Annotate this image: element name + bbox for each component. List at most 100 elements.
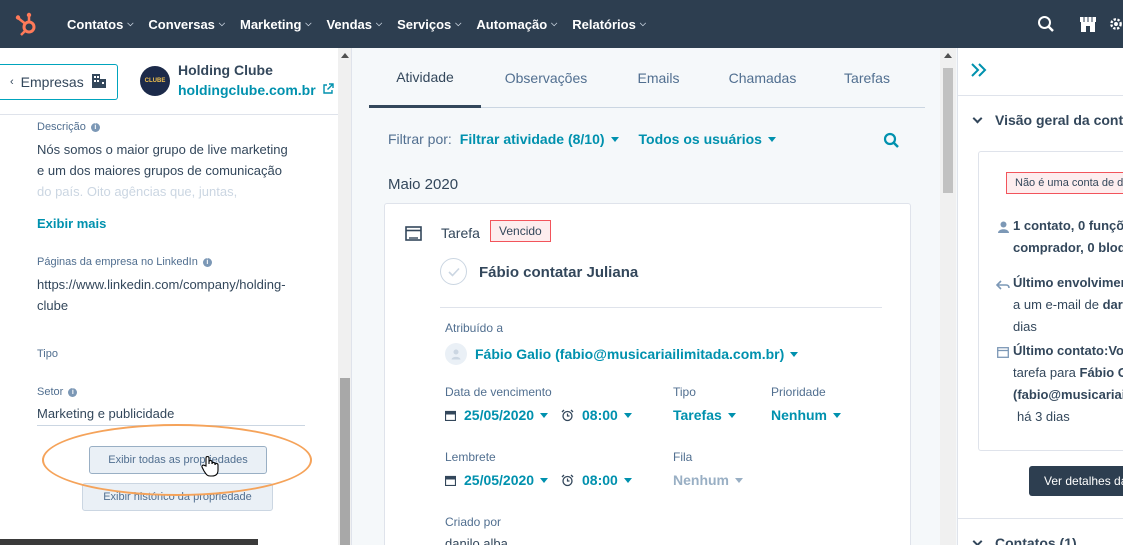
- filter-activity-dropdown[interactable]: Filtrar atividade (8/10): [460, 131, 619, 147]
- caret-down-icon: [767, 136, 776, 142]
- priority-dropdown[interactable]: Nenhum: [771, 407, 841, 423]
- description-value[interactable]: Nós somos o maior grupo de live marketin…: [37, 139, 288, 202]
- left-scrollbar[interactable]: [338, 48, 351, 545]
- contacts-section-toggle[interactable]: Contatos (1): [972, 535, 1077, 545]
- account-overview-box: Não é uma conta de d 1 contato, 0 funçõ …: [978, 151, 1123, 451]
- caret-down-icon: [623, 477, 632, 483]
- chevron-down-icon: ⌵: [305, 19, 312, 28]
- tab-observacoes[interactable]: Observações: [481, 48, 611, 108]
- type-dropdown[interactable]: Tarefas: [673, 407, 736, 423]
- caret-down-icon: [833, 412, 841, 418]
- calendar-icon: [445, 475, 456, 486]
- chevron-down-icon: ⌵: [218, 19, 225, 28]
- show-property-history-button[interactable]: Exibir histórico da propriedade: [82, 483, 273, 511]
- due-time-picker[interactable]: 08:00: [561, 407, 632, 423]
- nav-relatorios[interactable]: Relatórios ⌵: [572, 17, 646, 32]
- nav-vendas[interactable]: Vendas ⌵: [326, 17, 382, 32]
- task-icon: [997, 345, 1009, 363]
- tab-chamadas[interactable]: Chamadas: [706, 48, 819, 108]
- company-header: ‹ Empresas CLUBE Holding Clube holdingcl…: [0, 48, 351, 115]
- back-label: Empresas: [20, 74, 84, 90]
- back-to-companies-button[interactable]: ‹ Empresas: [0, 64, 118, 100]
- nav-contatos[interactable]: Contatos ⌵: [67, 17, 133, 32]
- filter-users-dropdown[interactable]: Todos os usuários: [639, 131, 776, 147]
- nav-automacao[interactable]: Automação ⌵: [476, 17, 557, 32]
- scroll-thumb[interactable]: [943, 68, 953, 193]
- chevron-down-icon: [972, 536, 983, 545]
- check-icon: [447, 267, 460, 277]
- right-sidebar: Visão geral da conta Não é uma conta de …: [957, 48, 1123, 545]
- due-date-label: Data de vencimento: [445, 385, 552, 399]
- left-panel: ‹ Empresas CLUBE Holding Clube holdingcl…: [0, 48, 352, 545]
- search-icon[interactable]: [1025, 0, 1067, 48]
- hand-cursor-icon: [201, 455, 219, 482]
- show-all-properties-button[interactable]: Exibir todas as propriedades: [89, 446, 267, 474]
- linkedin-label: Páginas da empresa no LinkedIn i: [37, 256, 212, 268]
- hubspot-logo-icon[interactable]: [0, 0, 52, 48]
- chevron-down-icon: ⌵: [551, 19, 558, 28]
- scroll-up-icon[interactable]: [341, 53, 349, 58]
- double-chevron-right-icon[interactable]: [970, 62, 988, 83]
- view-details-button[interactable]: Ver detalhes da: [1029, 466, 1123, 496]
- external-link-icon: [322, 82, 334, 98]
- divider: [440, 307, 882, 308]
- filter-row: Filtrar por: Filtrar atividade (8/10) To…: [388, 131, 776, 147]
- due-date-picker[interactable]: 25/05/2020: [445, 407, 549, 423]
- chevron-down-icon: [972, 113, 983, 123]
- tipo-label: Tipo: [37, 348, 58, 360]
- chevron-down-icon: ⌵: [376, 19, 383, 28]
- gear-icon[interactable]: [1109, 0, 1123, 48]
- setor-value[interactable]: Marketing e publicidade: [37, 403, 174, 424]
- task-type-label: Tarefa: [441, 225, 480, 241]
- marketplace-icon[interactable]: [1067, 0, 1109, 48]
- alarm-clock-icon: [561, 409, 574, 422]
- contact-icon: [998, 220, 1009, 238]
- last-contact: Último contato:Vo tarefa para Fábio G (f…: [1013, 343, 1123, 424]
- task-title[interactable]: Fábio contatar Juliana: [479, 264, 638, 281]
- calendar-icon: [445, 410, 456, 421]
- last-engagement: Último envolvimer a um e-mail de dar dia…: [1013, 275, 1123, 334]
- middle-scrollbar[interactable]: [940, 48, 956, 545]
- reminder-time-picker[interactable]: 08:00: [561, 472, 632, 488]
- caret-down-icon: [727, 412, 736, 418]
- nav-marketing[interactable]: Marketing ⌵: [240, 17, 311, 32]
- caret-down-icon: [790, 351, 799, 357]
- type-label: Tipo: [673, 385, 696, 399]
- assigned-label: Atribuído a: [445, 321, 504, 335]
- avatar-icon: [445, 343, 467, 365]
- company-logo: CLUBE: [140, 66, 170, 96]
- contacts-summary: 1 contato, 0 funçõ comprador, 0 bloq: [1013, 218, 1123, 255]
- tab-atividade[interactable]: Atividade: [369, 48, 481, 108]
- horizontal-scrollbar[interactable]: [0, 539, 258, 545]
- assigned-dropdown[interactable]: Fábio Galio (fabio@musicariailimitada.co…: [445, 343, 799, 365]
- nav-servicos[interactable]: Serviços ⌵: [397, 17, 461, 32]
- chevron-down-icon: ⌵: [127, 19, 134, 28]
- divider: [958, 518, 1123, 519]
- caret-down-icon: [735, 477, 743, 483]
- month-heading: Maio 2020: [388, 176, 459, 193]
- reminder-date-picker[interactable]: 25/05/2020: [445, 472, 549, 488]
- info-icon: i: [90, 122, 100, 132]
- chevron-left-icon: ‹: [10, 76, 14, 88]
- queue-dropdown[interactable]: Nenhum: [673, 472, 743, 488]
- chevron-down-icon: ⌵: [455, 19, 462, 28]
- account-overview-toggle[interactable]: Visão geral da conta: [972, 112, 1123, 128]
- info-icon: i: [68, 387, 78, 397]
- task-card[interactable]: Tarefa Vencido Fábio contatar Juliana At…: [384, 203, 911, 545]
- show-more-link[interactable]: Exibir mais: [37, 216, 106, 231]
- description-label: Descrição i: [37, 121, 100, 133]
- setor-label: Setor i: [37, 386, 78, 398]
- company-domain-link[interactable]: holdingclube.com.br: [178, 82, 334, 98]
- not-account-badge: Não é uma conta de d: [1006, 172, 1123, 194]
- linkedin-value[interactable]: https://www.linkedin.com/company/holding…: [37, 274, 286, 316]
- caret-down-icon: [540, 412, 549, 418]
- search-icon[interactable]: [883, 132, 900, 154]
- tab-tarefas[interactable]: Tarefas: [819, 48, 915, 108]
- reply-arrow-icon: [995, 277, 1010, 295]
- tab-emails[interactable]: Emails: [611, 48, 706, 108]
- scroll-thumb[interactable]: [340, 378, 350, 545]
- nav-conversas[interactable]: Conversas ⌵: [148, 17, 225, 32]
- scroll-up-icon[interactable]: [944, 53, 952, 58]
- complete-task-checkbox[interactable]: [440, 258, 467, 285]
- caret-down-icon: [540, 477, 549, 483]
